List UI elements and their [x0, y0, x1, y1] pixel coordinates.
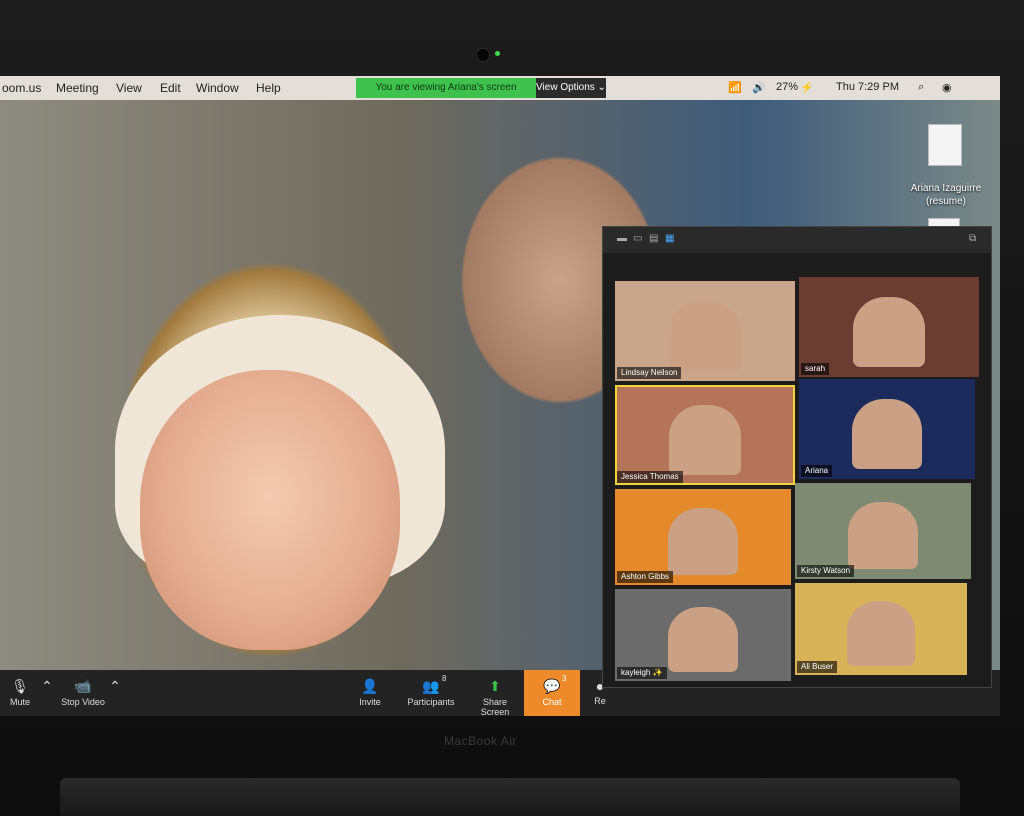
stop-video-button[interactable]: 📹 Stop Video: [58, 670, 108, 716]
video-camera-icon: 📹: [74, 678, 92, 694]
participant-name: Ariana: [801, 465, 833, 477]
volume-icon[interactable]: 🔊: [752, 81, 766, 94]
chat-bubble-icon: 💬: [543, 678, 561, 694]
participants-label: Participants: [407, 697, 455, 707]
participant-name: Kirsty Watson: [797, 565, 855, 577]
participant-video: [667, 607, 739, 672]
microphone-icon: 🎙: [11, 678, 29, 694]
chat-button[interactable]: 3 💬 Chat: [524, 670, 580, 716]
audio-options-chevron[interactable]: ⌃: [40, 670, 54, 716]
exit-fullscreen-icon[interactable]: ⧉: [969, 233, 976, 244]
share-screen-button[interactable]: ⬆ Share Screen: [468, 670, 522, 716]
webcam: [476, 48, 490, 62]
share-screen-icon: ⬆: [489, 678, 501, 694]
video-options-chevron[interactable]: ⌃: [108, 670, 122, 716]
chevron-up-icon: ⌃: [41, 678, 53, 694]
laptop-keyboard-deck: [60, 778, 960, 816]
gallery-grid-icon[interactable]: ▦: [665, 233, 674, 244]
invite-label: Invite: [359, 697, 381, 707]
mac-menubar: oom.us Meeting View Edit Window Help You…: [0, 76, 1000, 100]
view-options-button[interactable]: View Options ⌄: [536, 78, 606, 98]
participants-count: 8: [442, 674, 447, 683]
desktop-file-label[interactable]: Ariana Izaguirre (resume): [898, 182, 994, 208]
menu-app-name[interactable]: oom.us: [2, 81, 41, 95]
battery-charging-icon[interactable]: ⚡: [800, 81, 814, 94]
shared-screen-face: [140, 370, 400, 650]
spotlight-search-icon[interactable]: ⌕: [918, 81, 924, 94]
minimize-icon[interactable]: ▬: [617, 233, 627, 244]
mute-label: Mute: [9, 697, 30, 707]
participant-tile-ashton[interactable]: Ashton Gibbs: [615, 489, 791, 585]
participant-tile-sarah[interactable]: sarah: [799, 277, 979, 377]
participant-name: Jessica Thomas: [617, 471, 683, 483]
participant-tile-kirsty[interactable]: Kirsty Watson: [795, 483, 971, 579]
webcam-indicator-light: [495, 51, 500, 56]
participant-video: [667, 508, 739, 576]
participant-name: Lindsay Neilson: [617, 367, 682, 379]
add-user-icon: 👤: [361, 678, 379, 694]
participant-name: Ali Buser: [797, 661, 838, 673]
menu-view[interactable]: View: [116, 81, 142, 95]
battery-percent[interactable]: 27%: [776, 81, 798, 93]
strip-view-icon[interactable]: ▤: [649, 233, 658, 244]
record-label: Re: [594, 696, 606, 706]
wifi-icon[interactable]: 📶: [728, 81, 742, 94]
document-file-icon[interactable]: [928, 124, 962, 166]
participant-tile-lindsay[interactable]: Lindsay Neilson: [615, 281, 795, 381]
share-screen-label: Share Screen: [480, 697, 510, 716]
participant-tile-ali[interactable]: Ali Buser: [795, 583, 967, 675]
menu-edit[interactable]: Edit: [160, 81, 181, 95]
siri-icon[interactable]: ◉: [942, 81, 952, 94]
chat-count: 3: [562, 674, 567, 683]
device-model-label: MacBook Air: [444, 734, 517, 748]
participant-video: [851, 399, 923, 469]
gallery-view-window: ▬ ▭ ▤ ▦ ⧉ Lindsay Neilson sarah Jessica …: [602, 226, 992, 688]
menu-window[interactable]: Window: [196, 81, 239, 95]
file-label-suffix: (resume): [925, 196, 966, 207]
stop-video-label: Stop Video: [61, 697, 105, 707]
gallery-titlebar: ▬ ▭ ▤ ▦ ⧉: [603, 227, 991, 253]
screen-share-banner: You are viewing Ariana's screen: [356, 78, 536, 98]
participant-name: kayleigh ✨: [617, 667, 667, 679]
menu-help[interactable]: Help: [256, 81, 281, 95]
menu-meeting[interactable]: Meeting: [56, 81, 99, 95]
menubar-clock[interactable]: Thu 7:29 PM: [836, 81, 899, 93]
participant-tile-kayleigh[interactable]: kayleigh ✨: [615, 589, 791, 681]
mute-button[interactable]: 🎙 Mute: [6, 670, 34, 716]
chevron-up-icon: ⌃: [109, 678, 121, 694]
participants-icon: 👥: [422, 678, 440, 694]
participant-video: [847, 502, 919, 570]
participant-name: Ashton Gibbs: [617, 571, 674, 583]
file-label-name: Ariana Izaguirre: [910, 183, 982, 194]
participant-tile-ariana[interactable]: Ariana: [799, 379, 975, 479]
participant-video: [669, 405, 741, 475]
participant-video: [669, 301, 741, 371]
participant-tile-jessica[interactable]: Jessica Thomas: [615, 385, 795, 485]
chat-label: Chat: [542, 697, 562, 707]
invite-button[interactable]: 👤 Invite: [352, 670, 388, 716]
participant-video: [853, 297, 925, 367]
speaker-view-icon[interactable]: ▭: [633, 233, 642, 244]
participants-button[interactable]: 8 👥 Participants: [404, 670, 458, 716]
participant-video: [846, 601, 916, 666]
participant-name: sarah: [801, 363, 830, 375]
